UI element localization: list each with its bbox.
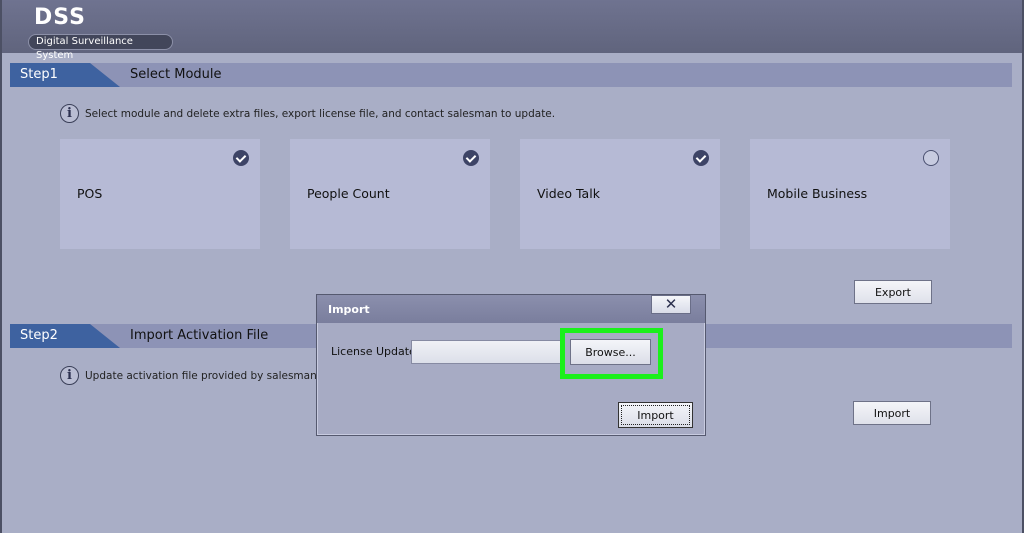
checked-icon[interactable] (233, 150, 249, 166)
app-logo: DSS (34, 5, 86, 30)
module-card-people-count[interactable]: People Count (290, 139, 490, 249)
module-card-video-talk[interactable]: Video Talk (520, 139, 720, 249)
license-update-label: License Update : (331, 345, 424, 358)
close-icon[interactable]: ✕ (651, 295, 691, 314)
dialog-title: Import (317, 295, 705, 323)
unchecked-icon[interactable] (923, 150, 939, 166)
module-label: People Count (307, 186, 390, 201)
checked-icon[interactable] (693, 150, 709, 166)
step1-info: i Select module and delete extra files, … (60, 104, 555, 123)
step2-title: Import Activation File (130, 328, 269, 343)
info-icon: i (60, 104, 79, 123)
app-subtitle: Digital Surveillance System (28, 34, 173, 61)
step1-title: Select Module (130, 67, 222, 82)
export-button[interactable]: Export (854, 280, 932, 304)
checked-icon[interactable] (463, 150, 479, 166)
module-card-mobile-business[interactable]: Mobile Business (750, 139, 950, 249)
module-card-pos[interactable]: POS (60, 139, 260, 249)
step2-tag: Step2 (10, 324, 120, 348)
info-icon: i (60, 366, 79, 385)
step2-info: i Update activation file provided by sal… (60, 366, 336, 385)
window-left-border (0, 0, 2, 533)
step1-bar: Step1 Select Module (10, 63, 1012, 87)
step1-tag: Step1 (10, 63, 120, 87)
module-label: Video Talk (537, 186, 600, 201)
dialog-import-button[interactable]: Import (618, 402, 693, 428)
browse-button[interactable]: Browse... (570, 339, 651, 365)
license-file-field[interactable] (411, 340, 563, 364)
step1-info-text: Select module and delete extra files, ex… (85, 107, 556, 120)
module-label: Mobile Business (767, 186, 868, 201)
step2-info-text: Update activation file provided by sales… (85, 369, 337, 382)
import-button[interactable]: Import (853, 401, 931, 425)
module-label: POS (77, 186, 103, 201)
import-dialog: Import ✕ License Update : Browse... Impo… (316, 294, 706, 436)
app-header: DSS Digital Surveillance System (2, 0, 1022, 61)
